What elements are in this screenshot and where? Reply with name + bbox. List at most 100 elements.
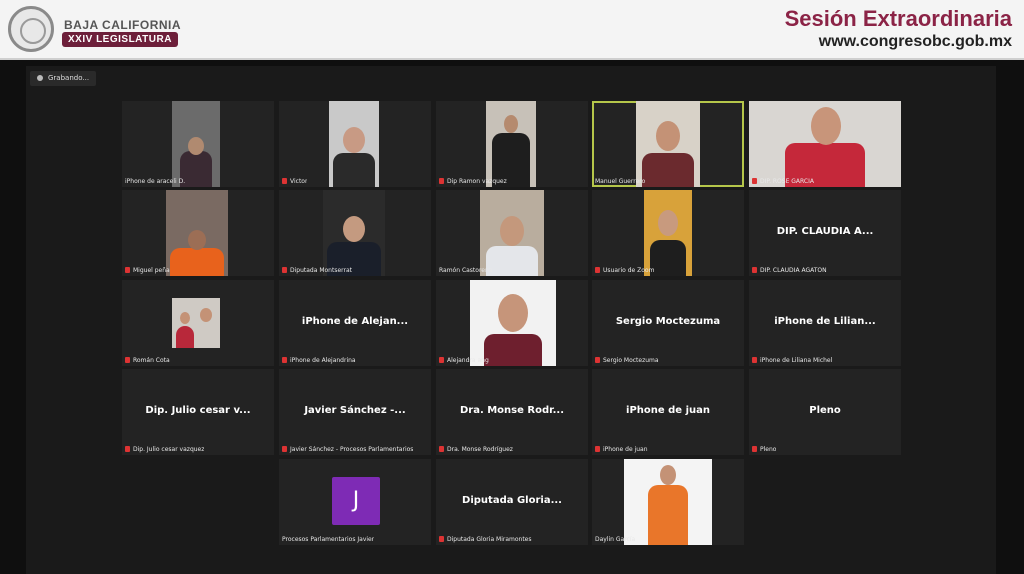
participant-tile[interactable]: Dip. Julio cesar v... Dip. Julio cesar v…	[122, 369, 274, 455]
participant-video	[636, 101, 700, 187]
participant-name-text: Victor	[290, 178, 308, 185]
participant-name: Daylin García	[595, 536, 635, 543]
participant-display-name: Sergio Moctezuma	[615, 316, 721, 327]
participant-name: iPhone de araceli D.	[125, 178, 185, 185]
recording-indicator[interactable]: Grabando...	[30, 71, 97, 86]
participant-name: Pleno	[752, 446, 776, 453]
participant-display-name: Dip. Julio cesar v...	[145, 405, 251, 416]
participant-name: iPhone de Alejandrina	[282, 357, 356, 364]
participant-tile[interactable]: iPhone de juan iPhone de juan	[592, 369, 744, 455]
participant-name-text: iPhone de Liliana Michel	[760, 357, 833, 364]
participant-name-text: Procesos Parlamentarios Javier	[282, 536, 375, 543]
participant-video	[166, 190, 228, 276]
participant-name-text: Sergio Moctezuma	[603, 357, 659, 364]
participant-display-name: Dra. Monse Rodr...	[459, 405, 565, 416]
participant-display-name: iPhone de Alejan...	[301, 316, 409, 327]
logo-legislature: XXIV LEGISLATURA	[62, 32, 178, 47]
muted-mic-icon	[752, 357, 757, 363]
participant-display-name: DIP. CLAUDIA A...	[776, 226, 874, 237]
participant-name-text: iPhone de juan	[603, 446, 648, 453]
participant-name: DIP. CLAUDIA AGATÓN	[752, 267, 827, 274]
participant-name-text: Diputada Gloria Miramontes	[447, 536, 532, 543]
participant-tile[interactable]: Javier Sánchez -... Javier Sánchez - Pro…	[279, 369, 431, 455]
muted-mic-icon	[752, 267, 757, 273]
recording-label: Grabando...	[48, 74, 90, 82]
participant-tile[interactable]: Ramón Castorena	[436, 190, 588, 276]
participant-name: Diputada Gloria Miramontes	[439, 536, 532, 543]
muted-mic-icon	[282, 267, 287, 273]
participant-name: iPhone de Liliana Michel	[752, 357, 832, 364]
participant-tile[interactable]: Román Cota	[122, 280, 274, 366]
participant-name: Miguel peña	[125, 267, 170, 274]
participant-tile[interactable]: Pleno Pleno	[749, 369, 901, 455]
participant-tile[interactable]: Diputada Montserrat	[279, 190, 431, 276]
participant-display-name: Diputada Gloria...	[462, 495, 562, 506]
participant-name-text: Dip. Julio cesar vazquez	[133, 446, 205, 453]
participant-name-text: Miguel peña	[133, 267, 170, 274]
participant-display-name: iPhone de juan	[626, 405, 710, 416]
participant-video	[329, 101, 379, 187]
participant-video	[486, 101, 536, 187]
muted-mic-icon	[282, 357, 287, 363]
participant-tile[interactable]: Alejandra ang	[436, 280, 588, 366]
participant-name: Victor	[282, 178, 307, 185]
participant-name: Dip. Julio cesar vazquez	[125, 446, 204, 453]
participant-name-text: DIP. CLAUDIA AGATÓN	[760, 267, 827, 274]
muted-mic-icon	[439, 536, 444, 542]
website-url: www.congresobc.gob.mx	[818, 33, 1012, 50]
participant-name-text: Usuario de Zoom	[603, 267, 655, 274]
participant-name-text: DIP. ROSE GARCIA	[760, 178, 814, 185]
participant-tile[interactable]: iPhone de araceli D.	[122, 101, 274, 187]
participant-name: Alejandra ang	[439, 357, 489, 364]
participant-name: Javier Sánchez - Procesos Parlamentarios	[282, 446, 413, 453]
participant-name-text: Javier Sánchez - Procesos Parlamentarios	[290, 446, 414, 453]
muted-mic-icon	[125, 357, 130, 363]
logo-state-name: BAJA CALIFORNIA	[64, 18, 182, 32]
participant-name-text: Ramón Castorena	[439, 267, 493, 274]
participant-tile[interactable]: Daylin García	[592, 459, 744, 545]
participant-tile[interactable]: Dip Ramon vazquez	[436, 101, 588, 187]
video-gallery: Grabando... iPhone de araceli D. Victor …	[26, 66, 996, 574]
participant-tile[interactable]: J Procesos Parlamentarios Javier	[279, 459, 431, 545]
participant-name: DIP. ROSE GARCIA	[752, 178, 814, 185]
muted-mic-icon	[125, 446, 130, 452]
muted-mic-icon	[439, 446, 444, 452]
participant-video	[323, 190, 385, 276]
participant-name: Dra. Monse Rodríguez	[439, 446, 513, 453]
participant-name: iPhone de juan	[595, 446, 648, 453]
participant-display-name: Javier Sánchez -...	[304, 405, 406, 416]
muted-mic-icon	[282, 178, 287, 184]
participant-tile[interactable]: Dra. Monse Rodr... Dra. Monse Rodríguez	[436, 369, 588, 455]
muted-mic-icon	[752, 446, 757, 452]
participant-tile[interactable]: iPhone de Lilian... iPhone de Liliana Mi…	[749, 280, 901, 366]
broadcast-banner: BAJA CALIFORNIA XXIV LEGISLATURA Sesión …	[0, 0, 1024, 60]
participant-name-text: Manuel Guerrero	[595, 178, 646, 185]
participant-name: Ramón Castorena	[439, 267, 492, 274]
participant-tile[interactable]: DIP. ROSE GARCIA	[749, 101, 901, 187]
participant-tile[interactable]: Miguel peña	[122, 190, 274, 276]
muted-mic-icon	[595, 357, 600, 363]
participant-name-text: Daylin García	[595, 536, 636, 543]
participant-tile[interactable]: Sergio Moctezuma Sergio Moctezuma	[592, 280, 744, 366]
participant-video	[470, 280, 556, 366]
participant-display-name: iPhone de Lilian...	[774, 316, 876, 327]
participant-video	[749, 101, 901, 187]
muted-mic-icon	[125, 267, 130, 273]
record-dot-icon	[37, 75, 43, 81]
participant-name-text: Pleno	[760, 446, 777, 453]
participant-tile[interactable]: iPhone de Alejan... iPhone de Alejandrin…	[279, 280, 431, 366]
participant-video	[480, 190, 544, 276]
participant-name-text: Alejandra ang	[447, 357, 489, 364]
muted-mic-icon	[595, 446, 600, 452]
participant-tile[interactable]: DIP. CLAUDIA A... DIP. CLAUDIA AGATÓN	[749, 190, 901, 276]
muted-mic-icon	[595, 267, 600, 273]
participant-video	[172, 298, 220, 348]
participant-name: Diputada Montserrat	[282, 267, 352, 274]
participant-name-text: Dra. Monse Rodríguez	[447, 446, 513, 453]
participant-video	[644, 190, 692, 276]
participant-tile[interactable]: Usuario de Zoom	[592, 190, 744, 276]
participant-tile[interactable]: Diputada Gloria... Diputada Gloria Miram…	[436, 459, 588, 545]
muted-mic-icon	[282, 446, 287, 452]
participant-tile[interactable]: Victor	[279, 101, 431, 187]
participant-tile-active-speaker[interactable]: Manuel Guerrero	[592, 101, 744, 187]
